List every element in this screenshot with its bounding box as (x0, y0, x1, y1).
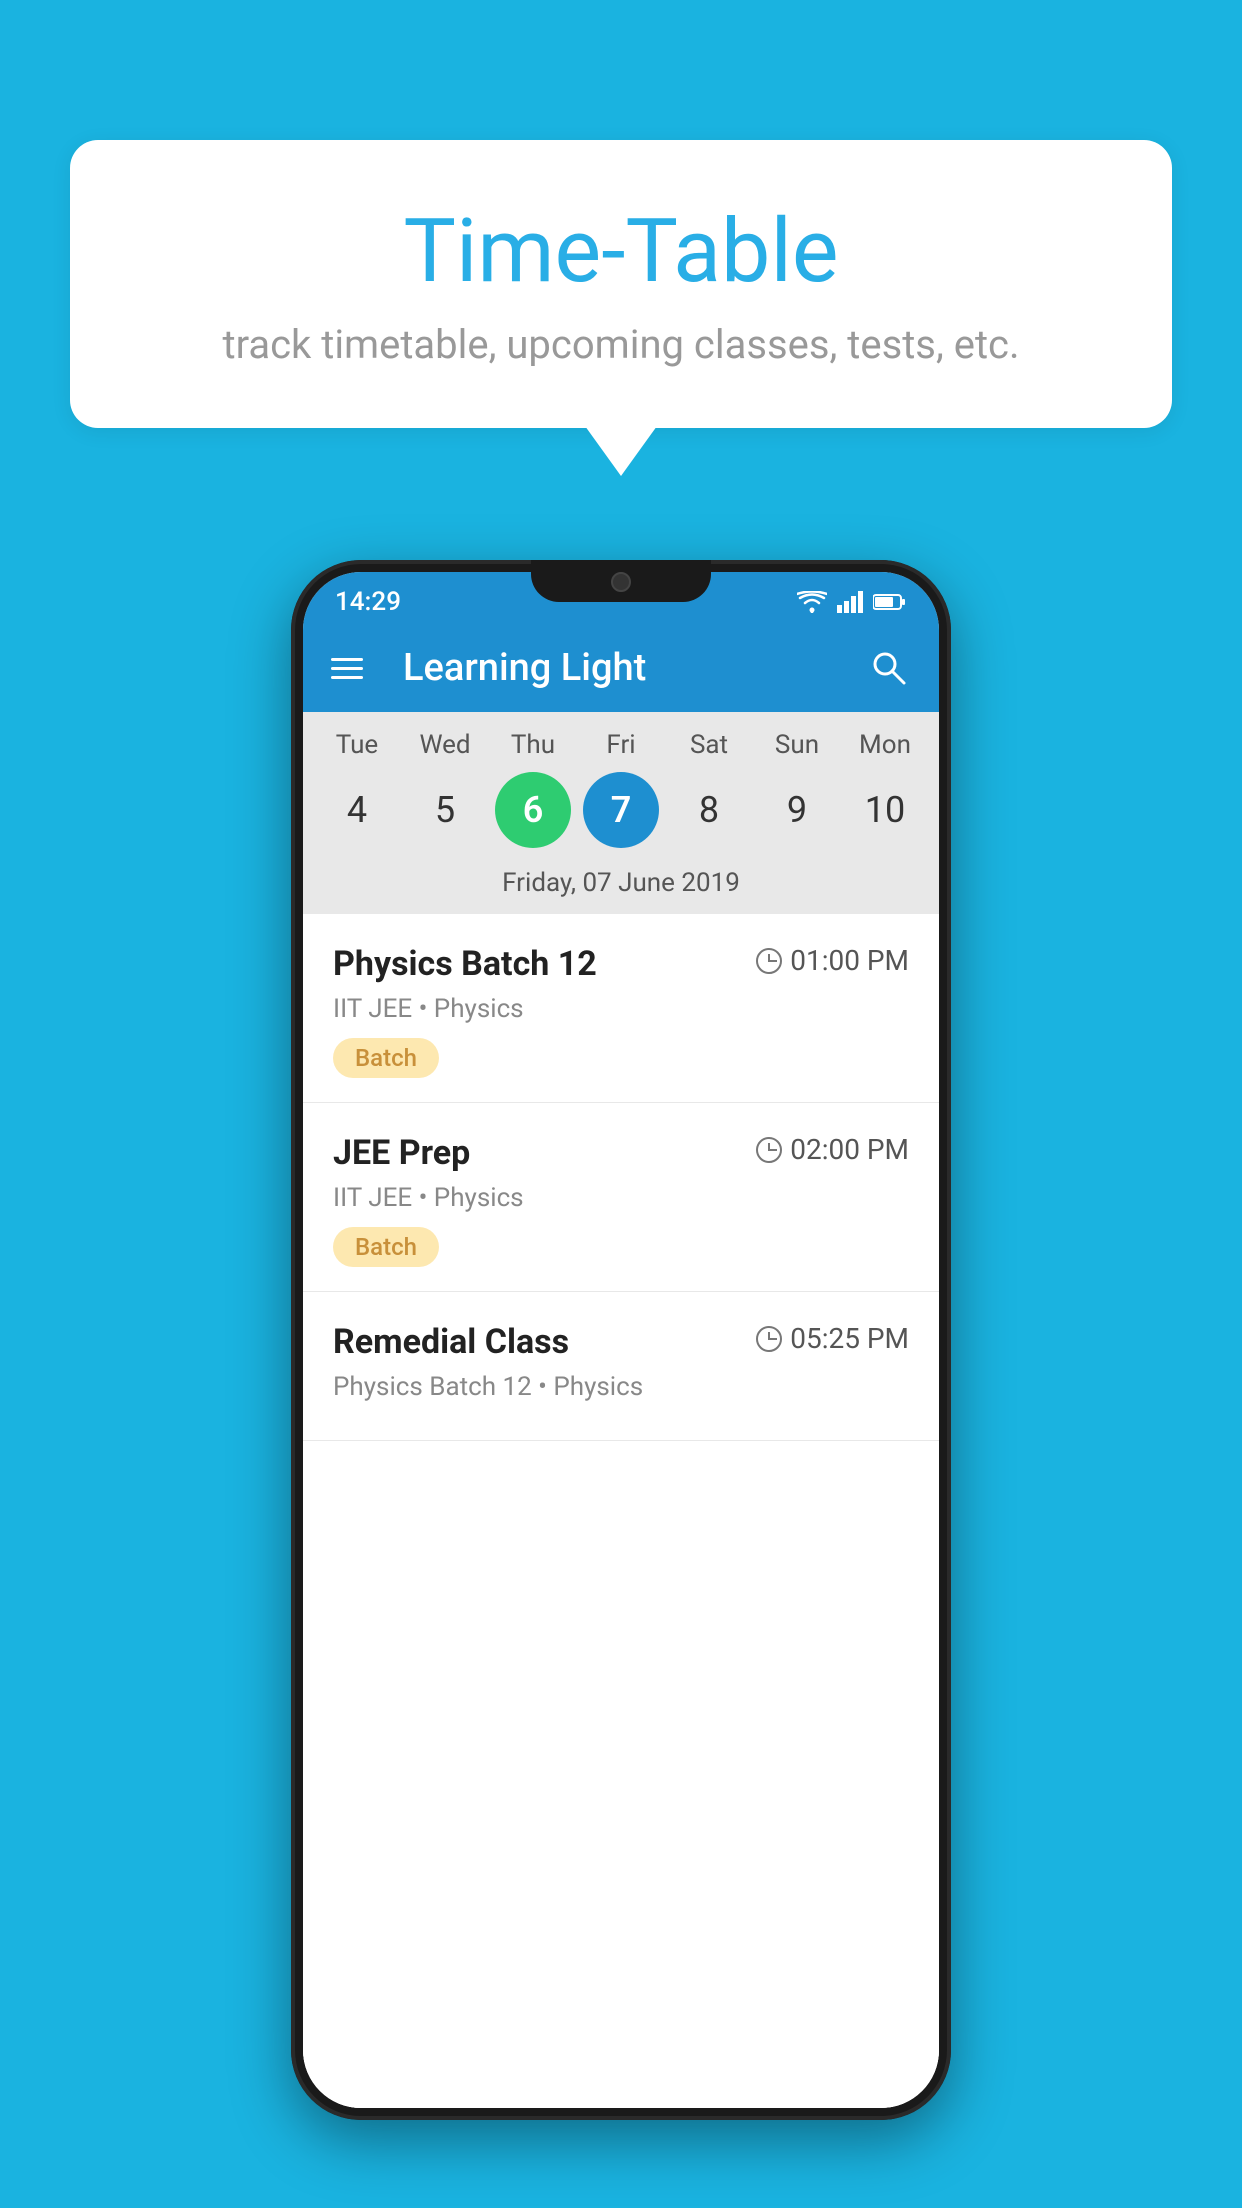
hamburger-line-2 (331, 667, 363, 670)
search-icon (869, 648, 909, 688)
schedule-title-1: Physics Batch 12 (333, 944, 597, 984)
clock-icon-1 (756, 948, 782, 974)
schedule-title-3: Remedial Class (333, 1322, 569, 1362)
day-10[interactable]: 10 (847, 772, 923, 848)
day-5[interactable]: 5 (407, 772, 483, 848)
schedule-time-3: 05:25 PM (756, 1322, 909, 1355)
hamburger-line-3 (331, 676, 363, 679)
schedule-item-2[interactable]: JEE Prep 02:00 PM IIT JEE • Physics Batc… (303, 1103, 939, 1292)
day-label-fri: Fri (583, 730, 659, 760)
hamburger-menu-button[interactable] (331, 658, 363, 679)
phone-camera (611, 572, 631, 592)
day-8[interactable]: 8 (671, 772, 747, 848)
phone-frame: 14:29 (291, 560, 951, 2120)
volume-up-button (291, 850, 293, 950)
day-label-wed: Wed (407, 730, 483, 760)
day-9[interactable]: 9 (759, 772, 835, 848)
schedule-item-2-header: JEE Prep 02:00 PM (333, 1133, 909, 1173)
app-title: Learning Light (403, 646, 843, 690)
volume-down-button (291, 970, 293, 1070)
phone-screen: 14:29 (303, 572, 939, 2108)
day-label-sun: Sun (759, 730, 835, 760)
day-numbers: 4 5 6 7 8 9 10 (303, 760, 939, 860)
batch-badge-2: Batch (333, 1227, 439, 1267)
day-headers: Tue Wed Thu Fri Sat Sun Mon (303, 730, 939, 760)
batch-badge-1: Batch (333, 1038, 439, 1078)
power-button (949, 840, 951, 940)
search-button[interactable] (867, 646, 911, 690)
selected-date-label: Friday, 07 June 2019 (303, 860, 939, 914)
status-icons (797, 591, 907, 613)
hamburger-line-1 (331, 658, 363, 661)
schedule-time-label-2: 02:00 PM (790, 1133, 909, 1166)
bubble-subtitle: track timetable, upcoming classes, tests… (150, 321, 1092, 368)
day-label-thu: Thu (495, 730, 571, 760)
bubble-title: Time-Table (150, 200, 1092, 303)
schedule-item-3-header: Remedial Class 05:25 PM (333, 1322, 909, 1362)
day-label-sat: Sat (671, 730, 747, 760)
schedule-time-label-1: 01:00 PM (790, 944, 909, 977)
battery-icon (873, 593, 907, 611)
screen-content: Tue Wed Thu Fri Sat Sun Mon 4 5 6 7 8 (303, 712, 939, 2108)
day-4[interactable]: 4 (319, 772, 395, 848)
speech-bubble-section: Time-Table track timetable, upcoming cla… (70, 140, 1172, 476)
schedule-item-3[interactable]: Remedial Class 05:25 PM Physics Batch 12… (303, 1292, 939, 1441)
calendar-strip: Tue Wed Thu Fri Sat Sun Mon 4 5 6 7 8 (303, 712, 939, 914)
schedule-time-1: 01:00 PM (756, 944, 909, 977)
signal-icon (837, 591, 863, 613)
schedule-list: Physics Batch 12 01:00 PM IIT JEE • Phys… (303, 914, 939, 2108)
app-bar: Learning Light (303, 624, 939, 712)
schedule-time-label-3: 05:25 PM (790, 1322, 909, 1355)
schedule-item-1[interactable]: Physics Batch 12 01:00 PM IIT JEE • Phys… (303, 914, 939, 1103)
schedule-title-2: JEE Prep (333, 1133, 470, 1173)
status-time: 14:29 (335, 587, 401, 617)
day-label-tue: Tue (319, 730, 395, 760)
clock-icon-2 (756, 1137, 782, 1163)
schedule-item-1-header: Physics Batch 12 01:00 PM (333, 944, 909, 984)
speech-bubble-card: Time-Table track timetable, upcoming cla… (70, 140, 1172, 428)
schedule-subtitle-2: IIT JEE • Physics (333, 1183, 909, 1213)
day-7-selected[interactable]: 7 (583, 772, 659, 848)
schedule-time-2: 02:00 PM (756, 1133, 909, 1166)
schedule-subtitle-3: Physics Batch 12 • Physics (333, 1372, 909, 1402)
bubble-arrow (585, 426, 657, 476)
schedule-subtitle-1: IIT JEE • Physics (333, 994, 909, 1024)
phone-container: 14:29 (291, 560, 951, 2120)
clock-icon-3 (756, 1326, 782, 1352)
wifi-icon (797, 591, 827, 613)
day-6-today[interactable]: 6 (495, 772, 571, 848)
mute-button (291, 760, 293, 820)
phone-notch (531, 560, 711, 602)
day-label-mon: Mon (847, 730, 923, 760)
